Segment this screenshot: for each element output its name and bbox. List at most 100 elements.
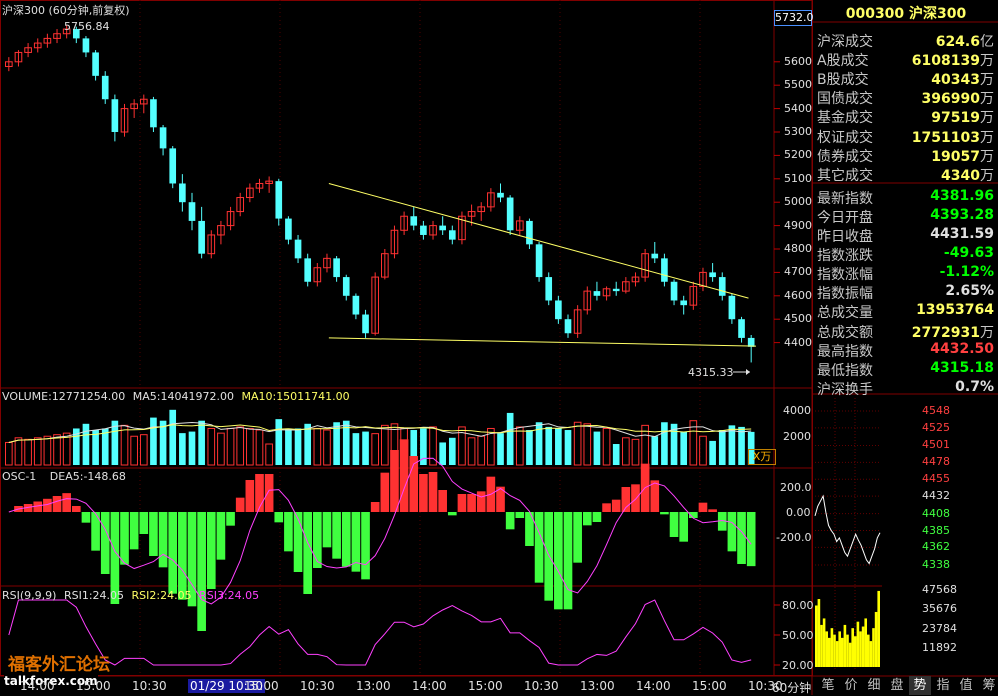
volume-unit-badge: X万 xyxy=(748,449,776,465)
info-row-value: 97519万 xyxy=(931,107,994,127)
osc-bar-negative xyxy=(120,512,129,565)
main-y-tick-label: 4500 xyxy=(784,312,812,326)
candle-body-down xyxy=(718,277,726,296)
info-row-value: 624.6亿 xyxy=(936,31,994,51)
main-y-tick-label: 5300 xyxy=(784,125,812,138)
mini-price-tick: 4548 xyxy=(922,404,950,417)
info-row-number: 4431.59 xyxy=(930,226,994,242)
tab-6[interactable]: 指 xyxy=(932,676,954,695)
osc-bar-negative xyxy=(303,512,313,594)
volume-bar-up xyxy=(24,438,32,466)
volume-bar-down xyxy=(82,423,90,465)
main-y-tick-label: 5600 xyxy=(784,54,812,68)
candle-body-down xyxy=(728,295,736,320)
x-axis-label: 10:30 xyxy=(524,679,559,693)
info-row-value: -49.63 xyxy=(944,245,994,261)
info-row: 指数涨幅 -1.12% xyxy=(814,263,998,284)
trendlines-group xyxy=(328,182,757,375)
info-row-label: 沪深换手 xyxy=(817,381,873,398)
info-row-label: 最低指数 xyxy=(817,362,873,379)
period-label[interactable]: 60分钟 xyxy=(772,679,811,696)
info-row-number: 40343 xyxy=(931,72,980,89)
osc-bar-positive xyxy=(457,494,467,512)
volume-bar-up xyxy=(255,429,264,466)
info-row-number: 4315.18 xyxy=(930,359,994,376)
volume-bar-up xyxy=(226,427,235,466)
main-y-tick-label: 5500 xyxy=(784,78,812,92)
volume-bar-up xyxy=(583,423,592,466)
info-row-value: 2.65% xyxy=(945,283,994,299)
osc-bar-negative xyxy=(746,512,756,567)
mini-volume-tick: 23784 xyxy=(922,621,957,635)
volume-bar-down xyxy=(294,428,302,465)
volume-bar-up xyxy=(5,441,13,466)
info-row-value: 4381.96 xyxy=(930,188,994,204)
osc-bar-negative xyxy=(129,512,139,550)
volume-bar-up xyxy=(33,437,42,466)
info-row-value: 40343万 xyxy=(931,69,994,89)
main-y-tick-label: 4600 xyxy=(784,288,812,302)
osc-bar-negative xyxy=(139,512,149,534)
info-row-label: 今日开盘 xyxy=(817,209,873,226)
info-row-value: 396990万 xyxy=(922,88,994,108)
osc-bar-positive xyxy=(399,439,409,512)
info-row: 沪深成交 624.6亿 xyxy=(814,30,998,51)
info-row-label: 总成交额 xyxy=(817,324,873,341)
candle-body-down xyxy=(709,272,716,278)
info-row-number: 624.6 xyxy=(935,34,980,50)
rsi-line xyxy=(8,599,752,666)
info-row: 沪深换手 0.7% xyxy=(814,378,998,398)
osc-bar-positive xyxy=(428,472,438,512)
osc-legend: OSC-1 DEA5:-148.68 xyxy=(2,470,126,483)
candle-body-down xyxy=(535,244,543,278)
x-axis-label: 14:00 xyxy=(636,679,671,693)
volume-bar-up xyxy=(371,433,380,466)
mini-price-tick: 4362 xyxy=(922,540,950,554)
candle-body-down xyxy=(92,52,99,76)
osc-bar-positive xyxy=(419,474,428,512)
mini-price-tick: 4338 xyxy=(922,558,950,571)
info-row: 昨日收盘 4431.59 xyxy=(814,225,998,245)
tab-4[interactable]: 盘 xyxy=(886,676,908,695)
rsi-tick-50: 50.00 xyxy=(782,629,814,642)
osc-tick-0: 0.00 xyxy=(786,506,811,519)
osc-bar-positive xyxy=(235,497,245,512)
x-axis-label: 15:00 xyxy=(692,679,727,693)
tab-2[interactable]: 价 xyxy=(840,676,862,695)
candle-body-down xyxy=(448,230,456,240)
low-annotation: 4315.33 xyxy=(688,366,734,379)
tab-1[interactable]: 笔 xyxy=(817,676,839,695)
info-row: 指数振幅 2.65% xyxy=(814,282,998,302)
volume-bar-down xyxy=(188,431,196,465)
volume-bar-down xyxy=(709,440,716,465)
info-row-value: 4431.59 xyxy=(930,226,994,242)
info-header: 000300 沪深300 xyxy=(845,6,967,22)
candle-body-down xyxy=(352,295,360,315)
osc-bar-positive xyxy=(62,493,71,512)
info-row-number: 2772931 xyxy=(911,324,980,341)
volume-bar-up xyxy=(139,434,148,466)
info-row: 总成交量 13953764 xyxy=(814,301,998,321)
mini-price-tick: 4501 xyxy=(922,438,950,452)
candle-body-down xyxy=(304,258,312,282)
osc-bar-negative xyxy=(361,512,370,580)
tab-3[interactable]: 细 xyxy=(863,676,885,695)
tab-8[interactable]: 筹 xyxy=(978,676,998,695)
volume-bar-up xyxy=(217,432,225,466)
info-row: 总成交额 2772931万 xyxy=(814,321,998,341)
osc-bar-negative xyxy=(679,512,689,542)
rsi-line-group xyxy=(8,599,780,666)
osc-bar-positive xyxy=(264,474,274,512)
tab-7[interactable]: 值 xyxy=(955,676,977,695)
trendline xyxy=(328,337,757,347)
info-row-label: 指数涨幅 xyxy=(817,267,873,284)
candle-body-down xyxy=(169,148,177,184)
volume-bar-down xyxy=(179,433,186,465)
rsi1-label: RSI1:24.05 xyxy=(63,589,125,602)
info-panel: 000300 沪深300 沪深成交 624.6亿 A股成交 6108139万 B股成交 4… xyxy=(814,0,998,695)
volume-bar-up xyxy=(207,427,216,466)
info-row-number: 4381.96 xyxy=(930,187,994,204)
main-y-tick-label: 5400 xyxy=(784,101,812,115)
osc-bar-negative xyxy=(197,512,206,631)
tab-5[interactable]: 势 xyxy=(909,676,931,695)
